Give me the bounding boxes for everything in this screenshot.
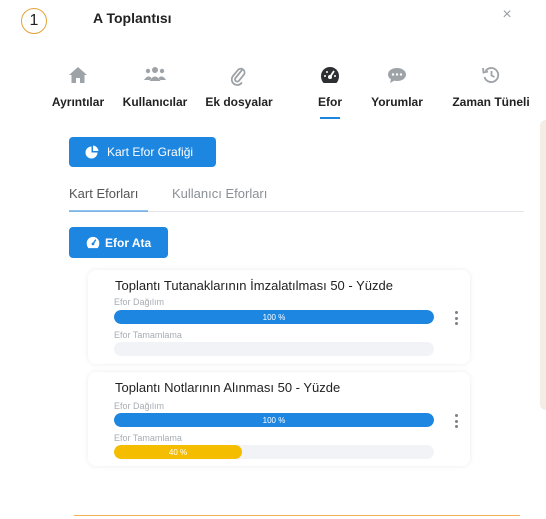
tab-comments[interactable]: Yorumlar [364, 62, 430, 120]
tab-label: Ayrıntılar [51, 95, 105, 109]
paperclip-icon [200, 66, 278, 86]
effort-completion-label: Efor Tamamlama [114, 330, 182, 340]
card-title: Toplantı Tutanaklarının İmzalatılması 50… [115, 278, 393, 293]
tab-users[interactable]: Kullanıcılar [116, 62, 194, 120]
effort-distribution-value: 100 % [262, 312, 286, 322]
tab-label: Ek dosyalar [205, 95, 273, 109]
effort-card: Toplantı Notlarının Alınması 50 - Yüzde … [88, 372, 470, 466]
step-number-badge: 1 [21, 8, 47, 34]
close-button[interactable]: × [496, 4, 518, 26]
card-menu-button[interactable] [453, 311, 459, 325]
button-label: Kart Efor Grafiği [107, 145, 194, 159]
subtab-label: Kullanıcı Eforları [172, 186, 268, 201]
effort-distribution-bar: 100 % [114, 310, 434, 324]
gauge-icon [86, 236, 100, 250]
background-panel-edge [540, 120, 546, 410]
effort-subtabs: Kart Eforları Kullanıcı Eforları [69, 186, 524, 212]
home-icon [45, 66, 111, 86]
tab-details[interactable]: Ayrıntılar [45, 62, 111, 120]
effort-distribution-fill: 100 % [114, 413, 434, 427]
button-label: Efor Ata [105, 235, 152, 250]
effort-completion-bar [114, 342, 434, 356]
tab-attachments[interactable]: Ek dosyalar [200, 62, 278, 120]
tab-label: Zaman Tüneli [452, 95, 530, 109]
gauge-icon [310, 66, 350, 86]
effort-completion-fill: 40 % [114, 445, 242, 459]
effort-distribution-label: Efor Dağılım [114, 401, 165, 411]
effort-card: Toplantı Tutanaklarının İmzalatılması 50… [88, 270, 470, 364]
modal-title: A Toplantısı [93, 10, 172, 26]
tab-label: Efor [318, 95, 342, 109]
subtab-card-efforts[interactable]: Kart Eforları [69, 186, 148, 212]
card-effort-chart-button[interactable]: Kart Efor Grafiği [69, 137, 216, 167]
tab-timeline[interactable]: Zaman Tüneli [447, 62, 535, 120]
tab-label: Kullanıcılar [122, 95, 188, 109]
active-tab-indicator [320, 117, 340, 119]
tab-label: Yorumlar [371, 95, 423, 109]
subtab-user-efforts[interactable]: Kullanıcı Eforları [172, 186, 267, 201]
assign-effort-button[interactable]: Efor Ata [69, 227, 168, 258]
effort-completion-bar: 40 % [114, 445, 434, 459]
pie-chart-icon [85, 145, 99, 159]
effort-completion-label: Efor Tamamlama [114, 433, 182, 443]
users-icon [116, 66, 194, 86]
effort-completion-value: 40 % [168, 447, 188, 457]
card-menu-button[interactable] [453, 414, 459, 428]
tab-effort[interactable]: Efor [310, 62, 350, 120]
history-icon [447, 66, 535, 86]
chat-bubble-icon [364, 66, 430, 86]
tab-bar: Ayrıntılar Kullanıcılar Ek dosyalar Efor… [52, 62, 532, 122]
card-title: Toplantı Notlarının Alınması 50 - Yüzde [115, 380, 341, 395]
effort-distribution-label: Efor Dağılım [114, 297, 165, 307]
footer-divider [74, 515, 520, 516]
effort-distribution-bar: 100 % [114, 413, 434, 427]
active-subtab-indicator [69, 210, 148, 212]
effort-distribution-fill: 100 % [114, 310, 434, 324]
effort-distribution-value: 100 % [262, 415, 286, 425]
close-icon[interactable]: × [502, 6, 511, 23]
subtab-label: Kart Eforları [69, 186, 139, 201]
